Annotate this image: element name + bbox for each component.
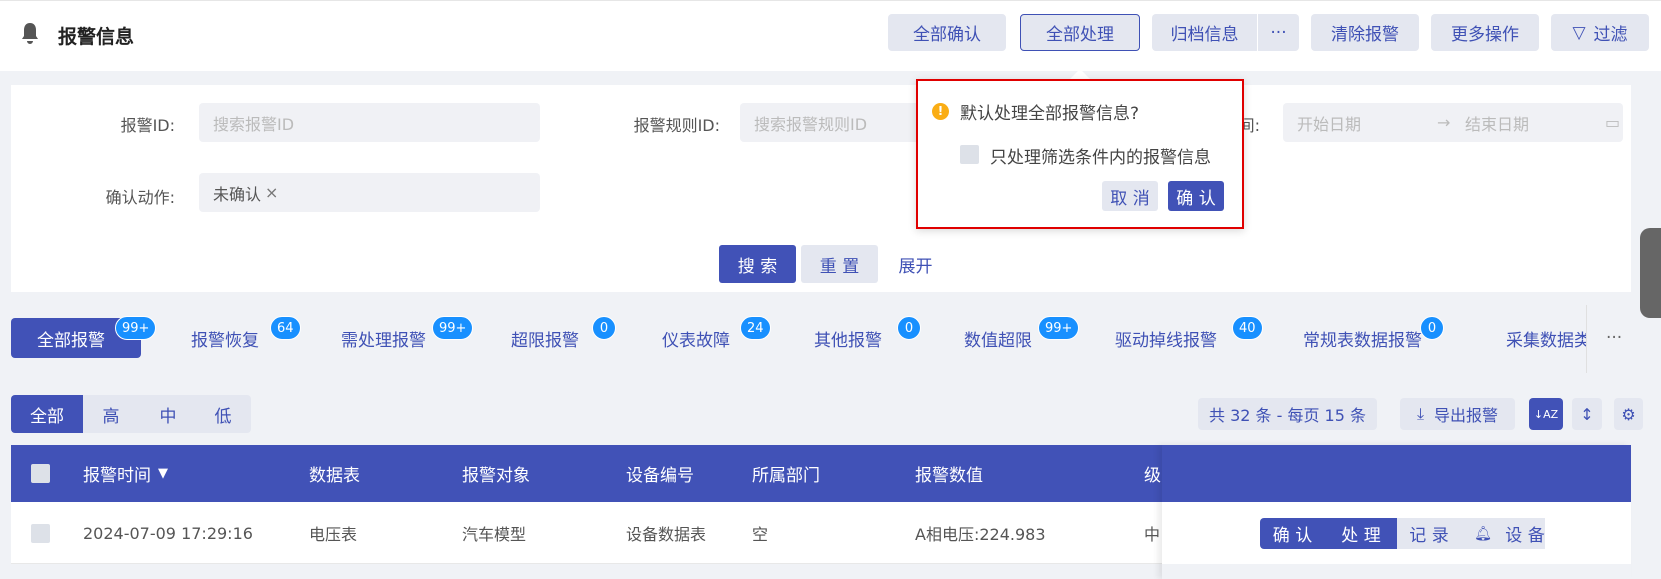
selected-tag: 未确认 bbox=[213, 184, 262, 204]
filter-label: 过滤 bbox=[1593, 25, 1628, 45]
cell-device_no: 设备数据表 bbox=[626, 525, 707, 544]
column-header-2[interactable]: 报警对象 bbox=[462, 445, 530, 502]
column-header-6[interactable]: 级 bbox=[1144, 445, 1162, 502]
tab-badge: 40 bbox=[1232, 316, 1263, 340]
settings-gear-icon[interactable]: ⚙ bbox=[1614, 398, 1643, 430]
scrollbar[interactable] bbox=[1640, 228, 1661, 318]
export-label: 导出报警 bbox=[1434, 406, 1499, 425]
cell-time: 2024-07-09 17:29:16 bbox=[83, 523, 253, 543]
filter-only-checkbox[interactable] bbox=[960, 145, 979, 164]
tab-6[interactable]: 数值超限 bbox=[964, 318, 1032, 358]
tab-3[interactable]: 超限报警 bbox=[511, 318, 579, 358]
tab-1[interactable]: 报警恢复 bbox=[191, 318, 259, 358]
calendar-icon: ▭ bbox=[1605, 113, 1621, 132]
cancel-button[interactable]: 取 消 bbox=[1102, 181, 1158, 211]
level-1[interactable]: 高 bbox=[83, 395, 139, 433]
filter-icon: ▽ bbox=[1572, 22, 1586, 43]
archive-more-button[interactable]: ··· bbox=[1258, 14, 1299, 51]
alarm-id-input[interactable]: 搜索报警ID bbox=[199, 103, 540, 142]
tab-badge: 0 bbox=[897, 316, 921, 340]
end-date: 结束日期 bbox=[1465, 114, 1530, 134]
record-action-button[interactable]: 记 录 bbox=[1397, 518, 1461, 549]
tab-badge: 99+ bbox=[432, 316, 474, 340]
tab-badge: 0 bbox=[1420, 316, 1444, 340]
confirm-action-label: 确认动作: bbox=[105, 188, 175, 207]
ok-button[interactable]: 确 认 bbox=[1168, 181, 1224, 211]
tab-5[interactable]: 其他报警 bbox=[814, 318, 882, 358]
pagination-summary: 共 32 条 - 每页 15 条 bbox=[1198, 398, 1377, 430]
row-height-icon[interactable]: ↕ bbox=[1572, 398, 1602, 430]
warning-icon: ! bbox=[932, 103, 949, 120]
search-button[interactable]: 搜 索 bbox=[719, 245, 796, 283]
tabs-divider bbox=[1586, 305, 1587, 373]
tab-7[interactable]: 驱动掉线报警 bbox=[1115, 318, 1217, 358]
column-header-4[interactable]: 所属部门 bbox=[752, 445, 820, 502]
process-action-button[interactable]: 处 理 bbox=[1325, 518, 1397, 549]
tab-9[interactable]: 采集数据类 bbox=[1506, 318, 1586, 358]
level-3[interactable]: 低 bbox=[195, 395, 251, 433]
tab-badge: 24 bbox=[740, 316, 771, 340]
tabs-more-button[interactable]: ··· bbox=[1606, 318, 1622, 358]
cell-level: 中 bbox=[1144, 525, 1161, 544]
download-icon: ⤓ bbox=[1416, 404, 1425, 423]
popconfirm-title: 默认处理全部报警信息? bbox=[960, 104, 1140, 124]
rule-id-label: 报警规则ID: bbox=[633, 116, 720, 135]
tab-4[interactable]: 仪表故障 bbox=[662, 318, 730, 358]
tab-badge: 99+ bbox=[115, 316, 157, 340]
tab-badge: 99+ bbox=[1038, 316, 1080, 340]
bell-icon[interactable]: 🔔︎ bbox=[1461, 518, 1505, 549]
select-all-checkbox[interactable] bbox=[31, 464, 50, 483]
level-0[interactable]: 全部 bbox=[11, 395, 83, 433]
column-header-5[interactable]: 报警数值 bbox=[915, 445, 983, 502]
cell-dept: 空 bbox=[752, 525, 769, 544]
date-range-input[interactable]: 开始日期 → 结束日期 ▭ bbox=[1283, 103, 1623, 142]
expand-link[interactable]: 展开 bbox=[893, 245, 938, 283]
confirm-action-select[interactable]: 未确认 × bbox=[199, 173, 540, 212]
confirm-all-button[interactable]: 全部确认 bbox=[888, 14, 1006, 51]
confirm-action-button[interactable]: 确 认 bbox=[1260, 518, 1325, 549]
reset-button[interactable]: 重 置 bbox=[801, 245, 878, 283]
tab-badge: 64 bbox=[270, 316, 301, 340]
filter-button[interactable]: ▽ 过滤 bbox=[1551, 14, 1649, 51]
column-header-3[interactable]: 设备编号 bbox=[626, 445, 694, 502]
bell-icon bbox=[22, 23, 38, 44]
column-header-1[interactable]: 数据表 bbox=[309, 445, 360, 502]
start-date: 开始日期 bbox=[1297, 114, 1362, 134]
process-all-popconfirm: ! 默认处理全部报警信息? 只处理筛选条件内的报警信息 取 消 确 认 bbox=[916, 79, 1244, 229]
cell-table: 电压表 bbox=[309, 525, 358, 544]
device-action-button[interactable]: 设 备 bbox=[1505, 518, 1545, 549]
process-all-button[interactable]: 全部处理 bbox=[1020, 14, 1140, 51]
page-title: 报警信息 bbox=[58, 26, 135, 48]
actions-fixed-column bbox=[1162, 445, 1631, 579]
export-button[interactable]: ⤓ 导出报警 bbox=[1400, 398, 1515, 430]
more-actions-button[interactable]: 更多操作 bbox=[1431, 14, 1539, 51]
column-header-0[interactable]: 报警时间 bbox=[83, 445, 151, 502]
tab-badge: 0 bbox=[592, 316, 616, 340]
tab-8[interactable]: 常规表数据报警 bbox=[1303, 318, 1422, 358]
level-2[interactable]: 中 bbox=[140, 395, 196, 433]
filter-only-label: 只处理筛选条件内的报警信息 bbox=[990, 148, 1211, 168]
archive-button[interactable]: 归档信息 bbox=[1152, 14, 1257, 51]
cell-value: A相电压:224.983 bbox=[915, 525, 1046, 544]
popover-arrow bbox=[1070, 69, 1090, 79]
tab-2[interactable]: 需处理报警 bbox=[341, 318, 426, 358]
alarm-id-label: 报警ID: bbox=[120, 116, 175, 135]
clear-alarms-button[interactable]: 清除报警 bbox=[1311, 14, 1419, 51]
range-separator: → bbox=[1437, 113, 1451, 132]
cell-target: 汽车模型 bbox=[462, 525, 527, 544]
sort-desc-icon[interactable]: ▼ bbox=[158, 445, 168, 502]
rule-id-input[interactable]: 搜索报警规则ID bbox=[740, 103, 920, 142]
tag-close-icon[interactable]: × bbox=[265, 183, 278, 202]
sort-az-icon[interactable]: ↓AZ bbox=[1529, 398, 1563, 430]
row-checkbox[interactable] bbox=[31, 524, 50, 543]
